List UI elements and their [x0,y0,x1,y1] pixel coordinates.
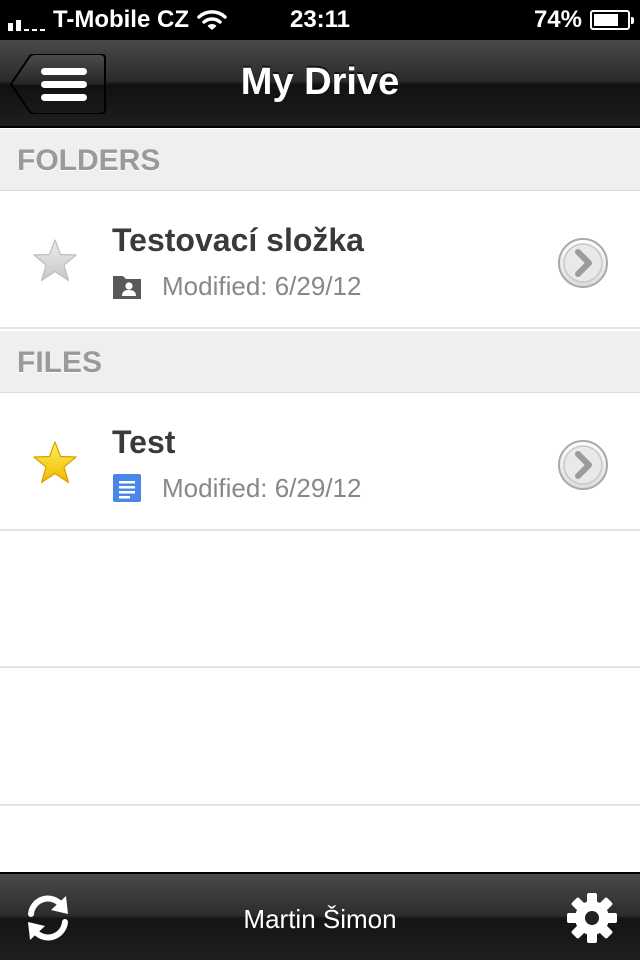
user-name: Martin Šimon [243,904,397,934]
bottom-toolbar: Martin Šimon [0,872,640,960]
wifi-icon [197,10,227,30]
menu-button[interactable] [10,54,106,114]
document-icon [113,474,141,502]
menu-icon [10,54,106,114]
battery-icon [590,10,634,30]
folder-meta: Modified: 6/29/12 [112,270,361,302]
empty-row [0,669,640,806]
file-disclosure-button[interactable] [556,438,610,492]
nav-bar: My Drive [0,40,640,128]
chevron-right-icon [558,238,608,288]
battery-percent: 74% [533,6,582,33]
shared-folder-icon [113,276,141,299]
status-left: T-Mobile CZ [8,6,227,34]
carrier-name: T-Mobile CZ [53,6,189,33]
chevron-right-icon [558,440,608,490]
file-modified: Modified: 6/29/12 [162,472,362,503]
section-header-folders: FOLDERS [0,129,640,191]
section-header-files: FILES [0,331,640,393]
folder-disclosure-button[interactable] [556,236,610,290]
star-icon[interactable] [32,440,78,486]
status-bar: T-Mobile CZ 23:11 74% [0,0,640,40]
folder-row[interactable]: Testovací složka Modified: 6/29/12 [0,192,640,329]
gear-icon [567,893,617,943]
folder-modified: Modified: 6/29/12 [162,270,362,301]
signal-icon [8,9,45,31]
settings-button[interactable] [566,892,618,944]
folder-name: Testovací složka [112,222,364,258]
file-row[interactable]: Test Modified: 6/29/12 [0,394,640,531]
star-icon[interactable] [32,238,78,284]
battery-fill [594,14,618,26]
file-meta: Modified: 6/29/12 [112,472,361,504]
status-right: 74% [533,6,634,34]
empty-row [0,531,640,668]
file-name: Test [112,424,176,460]
